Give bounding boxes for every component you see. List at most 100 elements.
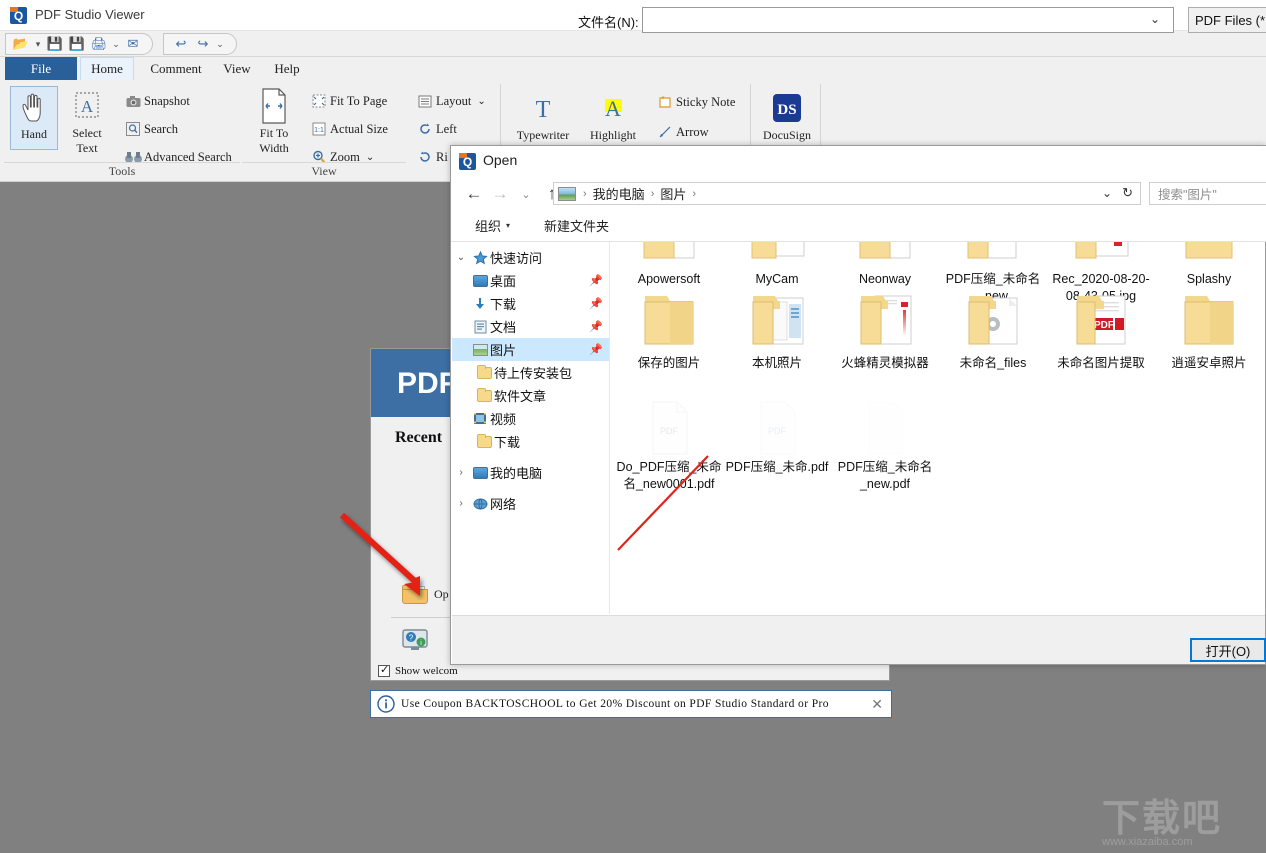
- breadcrumb-pictures[interactable]: 图片: [657, 184, 689, 203]
- nav-item-documents[interactable]: 文档 📌: [452, 315, 609, 338]
- select-text-label-1: Select: [72, 126, 102, 140]
- arrow-tool-button[interactable]: Arrow: [654, 120, 709, 144]
- select-text-label-2: Text: [76, 141, 98, 155]
- back-button[interactable]: ←: [461, 181, 487, 207]
- nav-item-videos[interactable]: 视频: [452, 407, 609, 430]
- rotate-left-button[interactable]: Left: [414, 117, 457, 141]
- breadcrumb-my-computer[interactable]: 我的电脑: [590, 184, 648, 203]
- nav-label-downloads: 下载: [490, 297, 517, 312]
- search-input[interactable]: 搜索"图片": [1149, 182, 1266, 205]
- tab-view[interactable]: View: [212, 57, 262, 80]
- nav-item-network[interactable]: › 网络: [452, 492, 609, 515]
- actual-size-button[interactable]: 1:1 Actual Size: [308, 117, 388, 141]
- chevron-down-icon[interactable]: ⌄: [452, 252, 470, 263]
- nav-item-pictures[interactable]: 图片 📌: [452, 338, 609, 361]
- coupon-close-icon[interactable]: ✕: [871, 696, 883, 713]
- file-item[interactable]: Neonway: [831, 242, 939, 288]
- file-item[interactable]: PDF压缩_未命名_new.pdf: [831, 394, 939, 493]
- email-icon[interactable]: ✉: [122, 34, 144, 54]
- new-folder-button[interactable]: 新建文件夹: [536, 213, 617, 238]
- file-item[interactable]: Apowersoft: [615, 242, 723, 288]
- print-dropdown-icon[interactable]: ⌄: [110, 34, 122, 54]
- search-button[interactable]: Search: [122, 117, 178, 141]
- breadcrumb-separator-0: ›: [583, 187, 587, 200]
- hand-tool-button[interactable]: Hand: [10, 86, 58, 150]
- file-item[interactable]: 逍遥安卓照片: [1155, 290, 1259, 372]
- hand-tool-label: Hand: [21, 127, 47, 141]
- layout-label: Layout: [436, 93, 472, 108]
- save-as-icon[interactable]: 💾: [66, 34, 88, 54]
- typewriter-button[interactable]: T Typewriter: [512, 88, 574, 143]
- forward-button[interactable]: →: [487, 181, 513, 207]
- snapshot-button[interactable]: Snapshot: [122, 89, 190, 113]
- tab-file[interactable]: File: [5, 57, 77, 80]
- open-icon[interactable]: 📂: [10, 34, 32, 54]
- dialog-command-bar: 组织 ▾ 新建文件夹: [451, 210, 1266, 242]
- nav-item-downloads-folder[interactable]: 下载: [452, 430, 609, 453]
- camera-icon: [122, 95, 144, 108]
- filename-input[interactable]: [642, 7, 1174, 33]
- file-item[interactable]: 未命名_files: [939, 290, 1047, 372]
- file-item[interactable]: PDF PDF压缩_未命.pdf: [723, 394, 831, 476]
- address-bar[interactable]: › 我的电脑 › 图片 › ⌄ ↻: [553, 182, 1141, 205]
- show-welcome-checkbox[interactable]: Show welcom: [378, 663, 458, 677]
- svg-text:T: T: [536, 97, 551, 123]
- file-type-dropdown[interactable]: PDF Files (*.p: [1188, 7, 1266, 33]
- file-item[interactable]: Splashy: [1155, 242, 1259, 288]
- zoom-chevron-down-icon[interactable]: ⌄: [366, 152, 374, 163]
- nav-item-my-computer[interactable]: › 我的电脑: [452, 461, 609, 484]
- nav-label-desktop: 桌面: [490, 274, 517, 289]
- nav-item-quick-access[interactable]: ⌄ 快速访问: [452, 246, 609, 269]
- pin-icon[interactable]: 📌: [589, 274, 603, 287]
- tab-home[interactable]: Home: [80, 57, 134, 80]
- filename-chevron-down-icon[interactable]: ⌄: [1150, 12, 1160, 26]
- open-button[interactable]: 打开(O): [1190, 638, 1266, 662]
- nav-item-downloads[interactable]: 下载 📌: [452, 292, 609, 315]
- layout-chevron-down-icon[interactable]: ⌄: [477, 96, 485, 107]
- nav-item-desktop[interactable]: 桌面 📌: [452, 269, 609, 292]
- fit-to-width-label-2: Width: [259, 141, 289, 155]
- checkbox-icon[interactable]: [378, 663, 390, 677]
- app-logo-icon: Q: [10, 7, 27, 24]
- select-text-button[interactable]: A Select Text: [62, 86, 112, 156]
- help-monitor-icon[interactable]: ? i: [400, 628, 430, 654]
- app-title: PDF Studio Viewer: [35, 7, 145, 22]
- file-item[interactable]: PDF 未命名图片提取: [1047, 290, 1155, 372]
- nav-item-software-articles[interactable]: 软件文章: [452, 384, 609, 407]
- nav-item-pending-packages[interactable]: 待上传安装包: [452, 361, 609, 384]
- svg-text:A: A: [605, 96, 621, 121]
- tab-comment[interactable]: Comment: [140, 57, 212, 80]
- file-item[interactable]: MyCam: [723, 242, 831, 288]
- organize-label: 组织: [475, 219, 502, 234]
- file-item[interactable]: 保存的图片: [615, 290, 723, 372]
- pin-icon[interactable]: 📌: [589, 320, 603, 333]
- chevron-right-icon[interactable]: ›: [452, 467, 470, 478]
- file-item[interactable]: 本机照片: [723, 290, 831, 372]
- recent-locations-chevron-down-icon[interactable]: ⌄: [513, 181, 539, 207]
- open-dropdown-icon[interactable]: ▾: [32, 34, 44, 54]
- file-list-scrollbar[interactable]: [1257, 242, 1265, 614]
- pin-icon[interactable]: 📌: [589, 343, 603, 356]
- chevron-right-icon[interactable]: ›: [452, 498, 470, 509]
- print-icon[interactable]: 🖨: [88, 34, 110, 54]
- docusign-button[interactable]: DS DocuSign: [758, 88, 816, 143]
- file-item[interactable]: 火蜂精灵模拟器: [831, 290, 939, 372]
- redo-icon[interactable]: ↪: [192, 34, 214, 54]
- open-dialog: Q Open ← → ⌄ ↑ › 我的电脑 › 图片 › ⌄ ↻ 搜索"图片" …: [450, 145, 1266, 665]
- refresh-icon[interactable]: ↻: [1122, 185, 1133, 201]
- tab-help[interactable]: Help: [262, 57, 312, 80]
- sticky-note-button[interactable]: Sticky Note: [654, 90, 735, 114]
- layout-button[interactable]: Layout ⌄: [414, 89, 486, 113]
- address-chevron-down-icon[interactable]: ⌄: [1102, 186, 1112, 200]
- organize-button[interactable]: 组织 ▾: [467, 213, 518, 238]
- undo-icon[interactable]: ↩: [170, 34, 192, 54]
- file-label: 本机照片: [751, 356, 802, 370]
- fit-to-page-button[interactable]: Fit To Page: [308, 89, 387, 113]
- rotate-right-button[interactable]: Ri: [414, 145, 448, 169]
- pin-icon[interactable]: 📌: [589, 297, 603, 310]
- highlight-button[interactable]: A Highlight: [582, 88, 644, 143]
- history-dropdown-icon[interactable]: ⌄: [214, 34, 226, 54]
- folder-empty-icon: [1155, 242, 1259, 268]
- save-icon[interactable]: 💾: [44, 34, 66, 54]
- fit-to-width-button[interactable]: Fit To Width: [246, 86, 302, 156]
